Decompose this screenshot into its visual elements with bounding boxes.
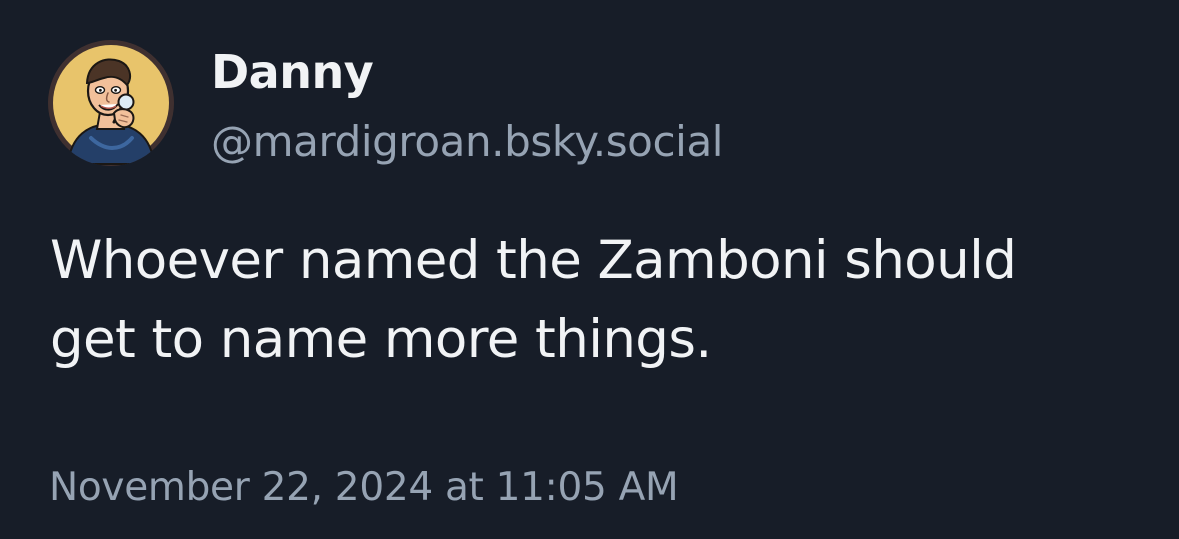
post-text-line: get to name more things.	[50, 309, 712, 370]
author-display-name[interactable]: Danny	[211, 41, 374, 103]
avatar[interactable]	[48, 40, 174, 166]
post-text-line: Whoever named the Zamboni should	[50, 230, 1017, 291]
author-handle[interactable]: @mardigroan.bsky.social	[211, 112, 723, 172]
post: Danny @mardigroan.bsky.social Whoever na…	[0, 0, 1179, 539]
cartoon-avatar-icon	[48, 40, 174, 166]
post-timestamp[interactable]: November 22, 2024 at 11:05 AM	[49, 460, 679, 516]
post-text: Whoever named the Zamboni should get to …	[50, 221, 1150, 379]
